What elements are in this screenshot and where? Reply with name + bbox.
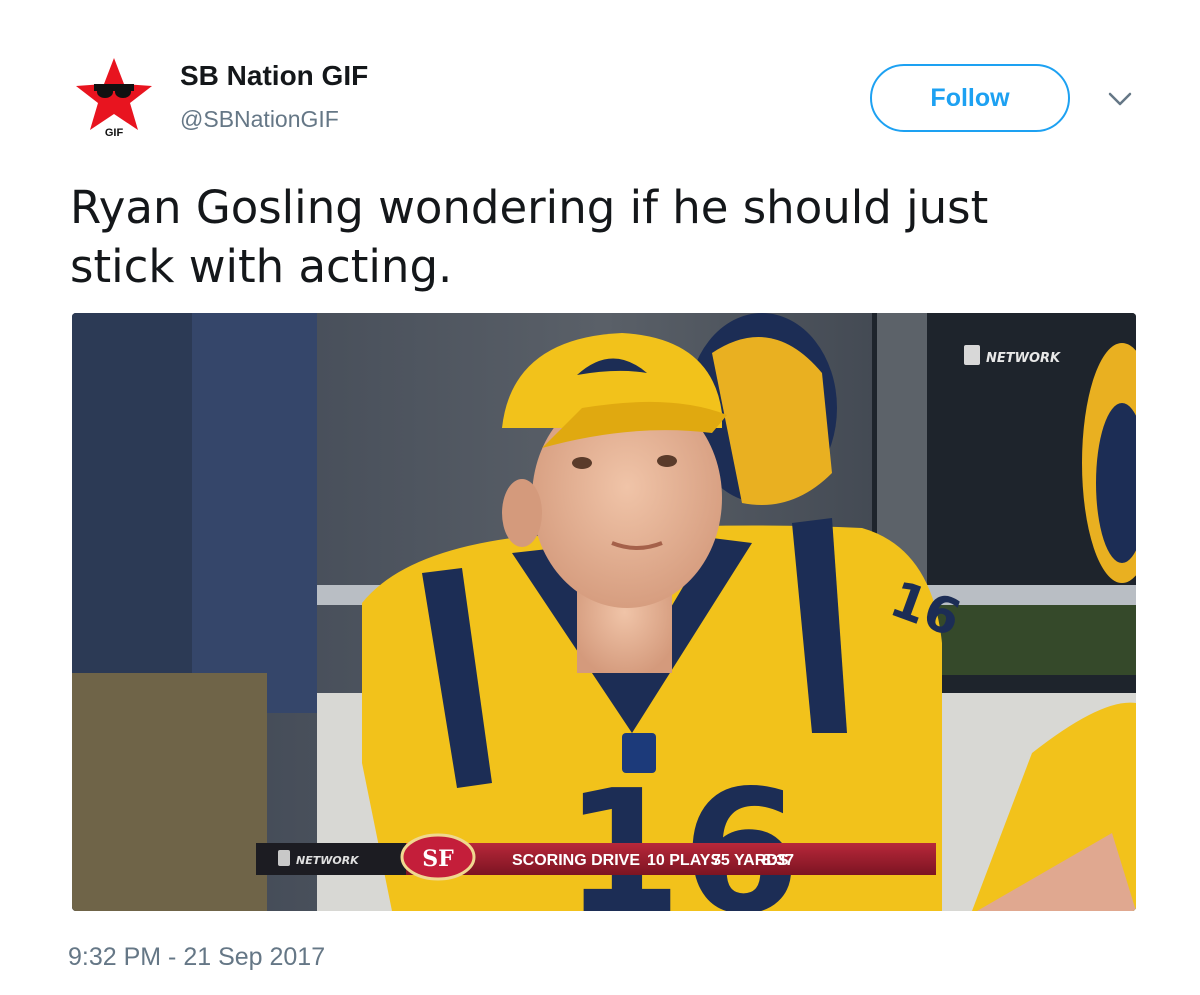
nfl-network-shield-icon: [964, 345, 980, 365]
jersey-number: 16: [564, 754, 801, 911]
author-handle[interactable]: @SBNationGIF: [180, 106, 339, 133]
scorebar-nfl-shield-icon: [278, 850, 290, 866]
author-avatar[interactable]: GIF: [74, 56, 154, 140]
player-ear: [502, 479, 542, 547]
scorebar-time: 8:37: [762, 852, 794, 869]
tweet-text: Ryan Gosling wondering if he should just…: [70, 181, 989, 293]
person-left-pants: [72, 673, 267, 911]
tweet-media-image[interactable]: 16 16 NETWORK NETWORK SF SCORING DRIVE 1…: [72, 313, 1136, 911]
scorebar-plays: 10 PLAYS: [647, 852, 721, 869]
tweet-card: GIF SB Nation GIF @SBNationGIF Follow Ry…: [0, 0, 1200, 995]
player-eye-left: [572, 457, 592, 469]
author-name[interactable]: SB Nation GIF: [180, 60, 368, 92]
red-star-gif-logo-icon: GIF: [76, 58, 152, 139]
team-logo-text: SF: [422, 846, 454, 872]
person-left-arm: [192, 313, 317, 713]
chevron-down-icon[interactable]: [1104, 86, 1136, 112]
follow-button[interactable]: Follow: [870, 64, 1070, 132]
tweet-timestamp[interactable]: 9:32 PM - 21 Sep 2017: [68, 943, 325, 972]
network-bug-label: NETWORK: [986, 351, 1061, 366]
scorebar-network-label: NETWORK: [296, 854, 360, 867]
player-eye-right: [657, 455, 677, 467]
avatar-label: GIF: [105, 127, 124, 139]
scorebar-label: SCORING DRIVE: [512, 852, 640, 869]
